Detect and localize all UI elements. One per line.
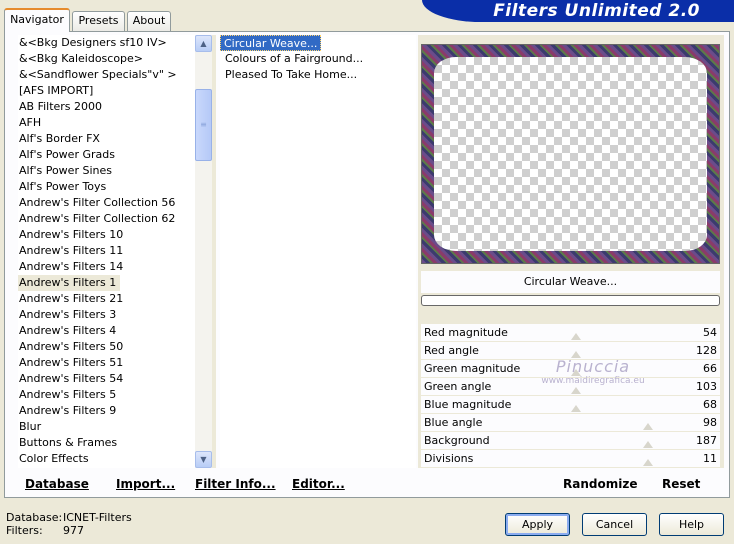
category-item[interactable]: Andrew's Filters 50 xyxy=(18,339,210,355)
category-item[interactable]: Alf's Power Toys xyxy=(18,179,210,195)
category-item[interactable]: Andrew's Filters 10 xyxy=(18,227,210,243)
slider-knob[interactable] xyxy=(643,423,653,430)
parameter-value: 187 xyxy=(696,434,717,447)
tab-navigator[interactable]: Navigator xyxy=(4,8,70,32)
category-item[interactable]: Alf's Power Sines xyxy=(18,163,210,179)
import-button[interactable]: Import... xyxy=(116,473,175,495)
category-item[interactable]: Blur xyxy=(18,419,210,435)
cancel-button[interactable]: Cancel xyxy=(582,513,647,536)
category-item[interactable]: &<Sandflower Specials"v" > xyxy=(18,67,210,83)
slider-knob[interactable] xyxy=(571,333,581,340)
current-filter-name: Circular Weave... xyxy=(421,271,720,293)
tab-about[interactable]: About xyxy=(127,11,171,31)
status-info: Database:ICNET-Filters Filters: 977 xyxy=(6,511,132,537)
help-button[interactable]: Help xyxy=(659,513,724,536)
progress-bar xyxy=(421,295,720,306)
list-divider xyxy=(212,35,216,468)
parameter-list: Red magnitude 54 Red angle 128 Green magnitu… xyxy=(421,324,720,468)
category-item[interactable]: Alf's Border FX xyxy=(18,131,210,147)
parameter-name: Green angle xyxy=(424,380,492,393)
category-item[interactable]: Andrew's Filters 5 xyxy=(18,387,210,403)
category-item[interactable]: AFH xyxy=(18,115,210,131)
parameter-value: 66 xyxy=(703,362,717,375)
reset-button[interactable]: Reset xyxy=(662,473,700,495)
parameter-name: Blue angle xyxy=(424,416,483,429)
database-label: Database: xyxy=(6,511,63,524)
category-scrollbar[interactable]: ▲ ≡ ▼ xyxy=(195,35,212,468)
category-item[interactable]: Andrew's Filters 14 xyxy=(18,259,210,275)
filter-list[interactable]: Circular Weave... Colours of a Fairground… xyxy=(220,35,416,468)
category-list[interactable]: &<Bkg Designers sf10 IV> &<Bkg Kaleidosco… xyxy=(18,35,210,468)
parameter-value: 103 xyxy=(696,380,717,393)
category-item[interactable]: Color Effects xyxy=(18,451,210,467)
app-banner: Filters Unlimited 2.0 xyxy=(422,0,734,22)
parameter-name: Red magnitude xyxy=(424,326,508,339)
parameter-value: 98 xyxy=(703,416,717,429)
navigator-actions: Database Import... Filter Info... Editor… xyxy=(14,473,721,495)
category-item[interactable]: AB Filters 2000 xyxy=(18,99,210,115)
editor-button[interactable]: Editor... xyxy=(292,473,345,495)
parameter-value: 128 xyxy=(696,344,717,357)
category-item[interactable]: &<Bkg Designers sf10 IV> xyxy=(18,35,210,51)
parameter-name: Divisions xyxy=(424,452,474,465)
category-item[interactable]: Andrew's Filter Collection 56 xyxy=(18,195,210,211)
category-item[interactable]: [AFS IMPORT] xyxy=(18,83,210,99)
parameter-row[interactable]: Blue magnitude 68 xyxy=(421,396,720,414)
category-item[interactable]: Andrew's Filters 51 xyxy=(18,355,210,371)
filter-info-button[interactable]: Filter Info... xyxy=(195,473,276,495)
parameter-row[interactable]: Divisions 11 xyxy=(421,450,720,468)
preview-image xyxy=(421,44,720,264)
apply-button[interactable]: Apply xyxy=(505,513,570,536)
category-item[interactable]: Andrew's Filters 11 xyxy=(18,243,210,259)
slider-knob[interactable] xyxy=(571,351,581,358)
category-item[interactable]: Andrew's Filters 1 xyxy=(18,275,121,291)
database-value: ICNET-Filters xyxy=(63,511,132,524)
parameter-row[interactable]: Green magnitude 66 xyxy=(421,360,720,378)
navigator-panel: &<Bkg Designers sf10 IV> &<Bkg Kaleidosco… xyxy=(4,31,730,498)
parameter-row[interactable]: Red magnitude 54 xyxy=(421,324,720,342)
category-item[interactable]: Alf's Power Grads xyxy=(18,147,210,163)
parameter-row[interactable]: Red angle 128 xyxy=(421,342,720,360)
category-item[interactable]: &<Bkg Kaleidoscope> xyxy=(18,51,210,67)
parameter-name: Green magnitude xyxy=(424,362,521,375)
preview-panel: Circular Weave... Red magnitude 54 Red ang… xyxy=(418,35,724,468)
parameter-name: Blue magnitude xyxy=(424,398,512,411)
filter-item[interactable]: Colours of a Fairground... xyxy=(220,51,416,67)
scroll-up-icon[interactable]: ▲ xyxy=(195,35,212,52)
category-item[interactable]: Andrew's Filters 3 xyxy=(18,307,210,323)
database-button[interactable]: Database xyxy=(25,473,89,495)
category-item[interactable]: Andrew's Filter Collection 62 xyxy=(18,211,210,227)
slider-knob[interactable] xyxy=(571,405,581,412)
slider-knob[interactable] xyxy=(571,369,581,376)
parameter-value: 11 xyxy=(703,452,717,465)
filter-item[interactable]: Circular Weave... xyxy=(220,35,322,51)
category-item[interactable]: Andrew's Filters 54 xyxy=(18,371,210,387)
parameter-row[interactable]: Background 187 xyxy=(421,432,720,450)
scroll-down-icon[interactable]: ▼ xyxy=(195,451,212,468)
parameter-name: Background xyxy=(424,434,490,447)
transparency-checkerboard xyxy=(434,57,707,251)
category-item[interactable]: Andrew's Filters 9 xyxy=(18,403,210,419)
slider-knob[interactable] xyxy=(643,441,653,448)
slider-knob[interactable] xyxy=(571,387,581,394)
category-item[interactable]: Buttons & Frames xyxy=(18,435,210,451)
filters-count-value: 977 xyxy=(63,524,84,537)
randomize-button[interactable]: Randomize xyxy=(563,473,637,495)
parameter-value: 54 xyxy=(703,326,717,339)
parameter-value: 68 xyxy=(703,398,717,411)
category-item[interactable]: Andrew's Filters 21 xyxy=(18,291,210,307)
parameter-row[interactable]: Green angle 103 xyxy=(421,378,720,396)
category-item[interactable]: Andrew's Filters 4 xyxy=(18,323,210,339)
scroll-thumb[interactable]: ≡ xyxy=(195,89,212,161)
parameter-name: Red angle xyxy=(424,344,479,357)
filter-item[interactable]: Pleased To Take Home... xyxy=(220,67,416,83)
tab-presets[interactable]: Presets xyxy=(72,11,125,31)
parameter-row[interactable]: Blue angle 98 xyxy=(421,414,720,432)
slider-knob[interactable] xyxy=(643,459,653,466)
filters-count-label: Filters: xyxy=(6,524,43,537)
